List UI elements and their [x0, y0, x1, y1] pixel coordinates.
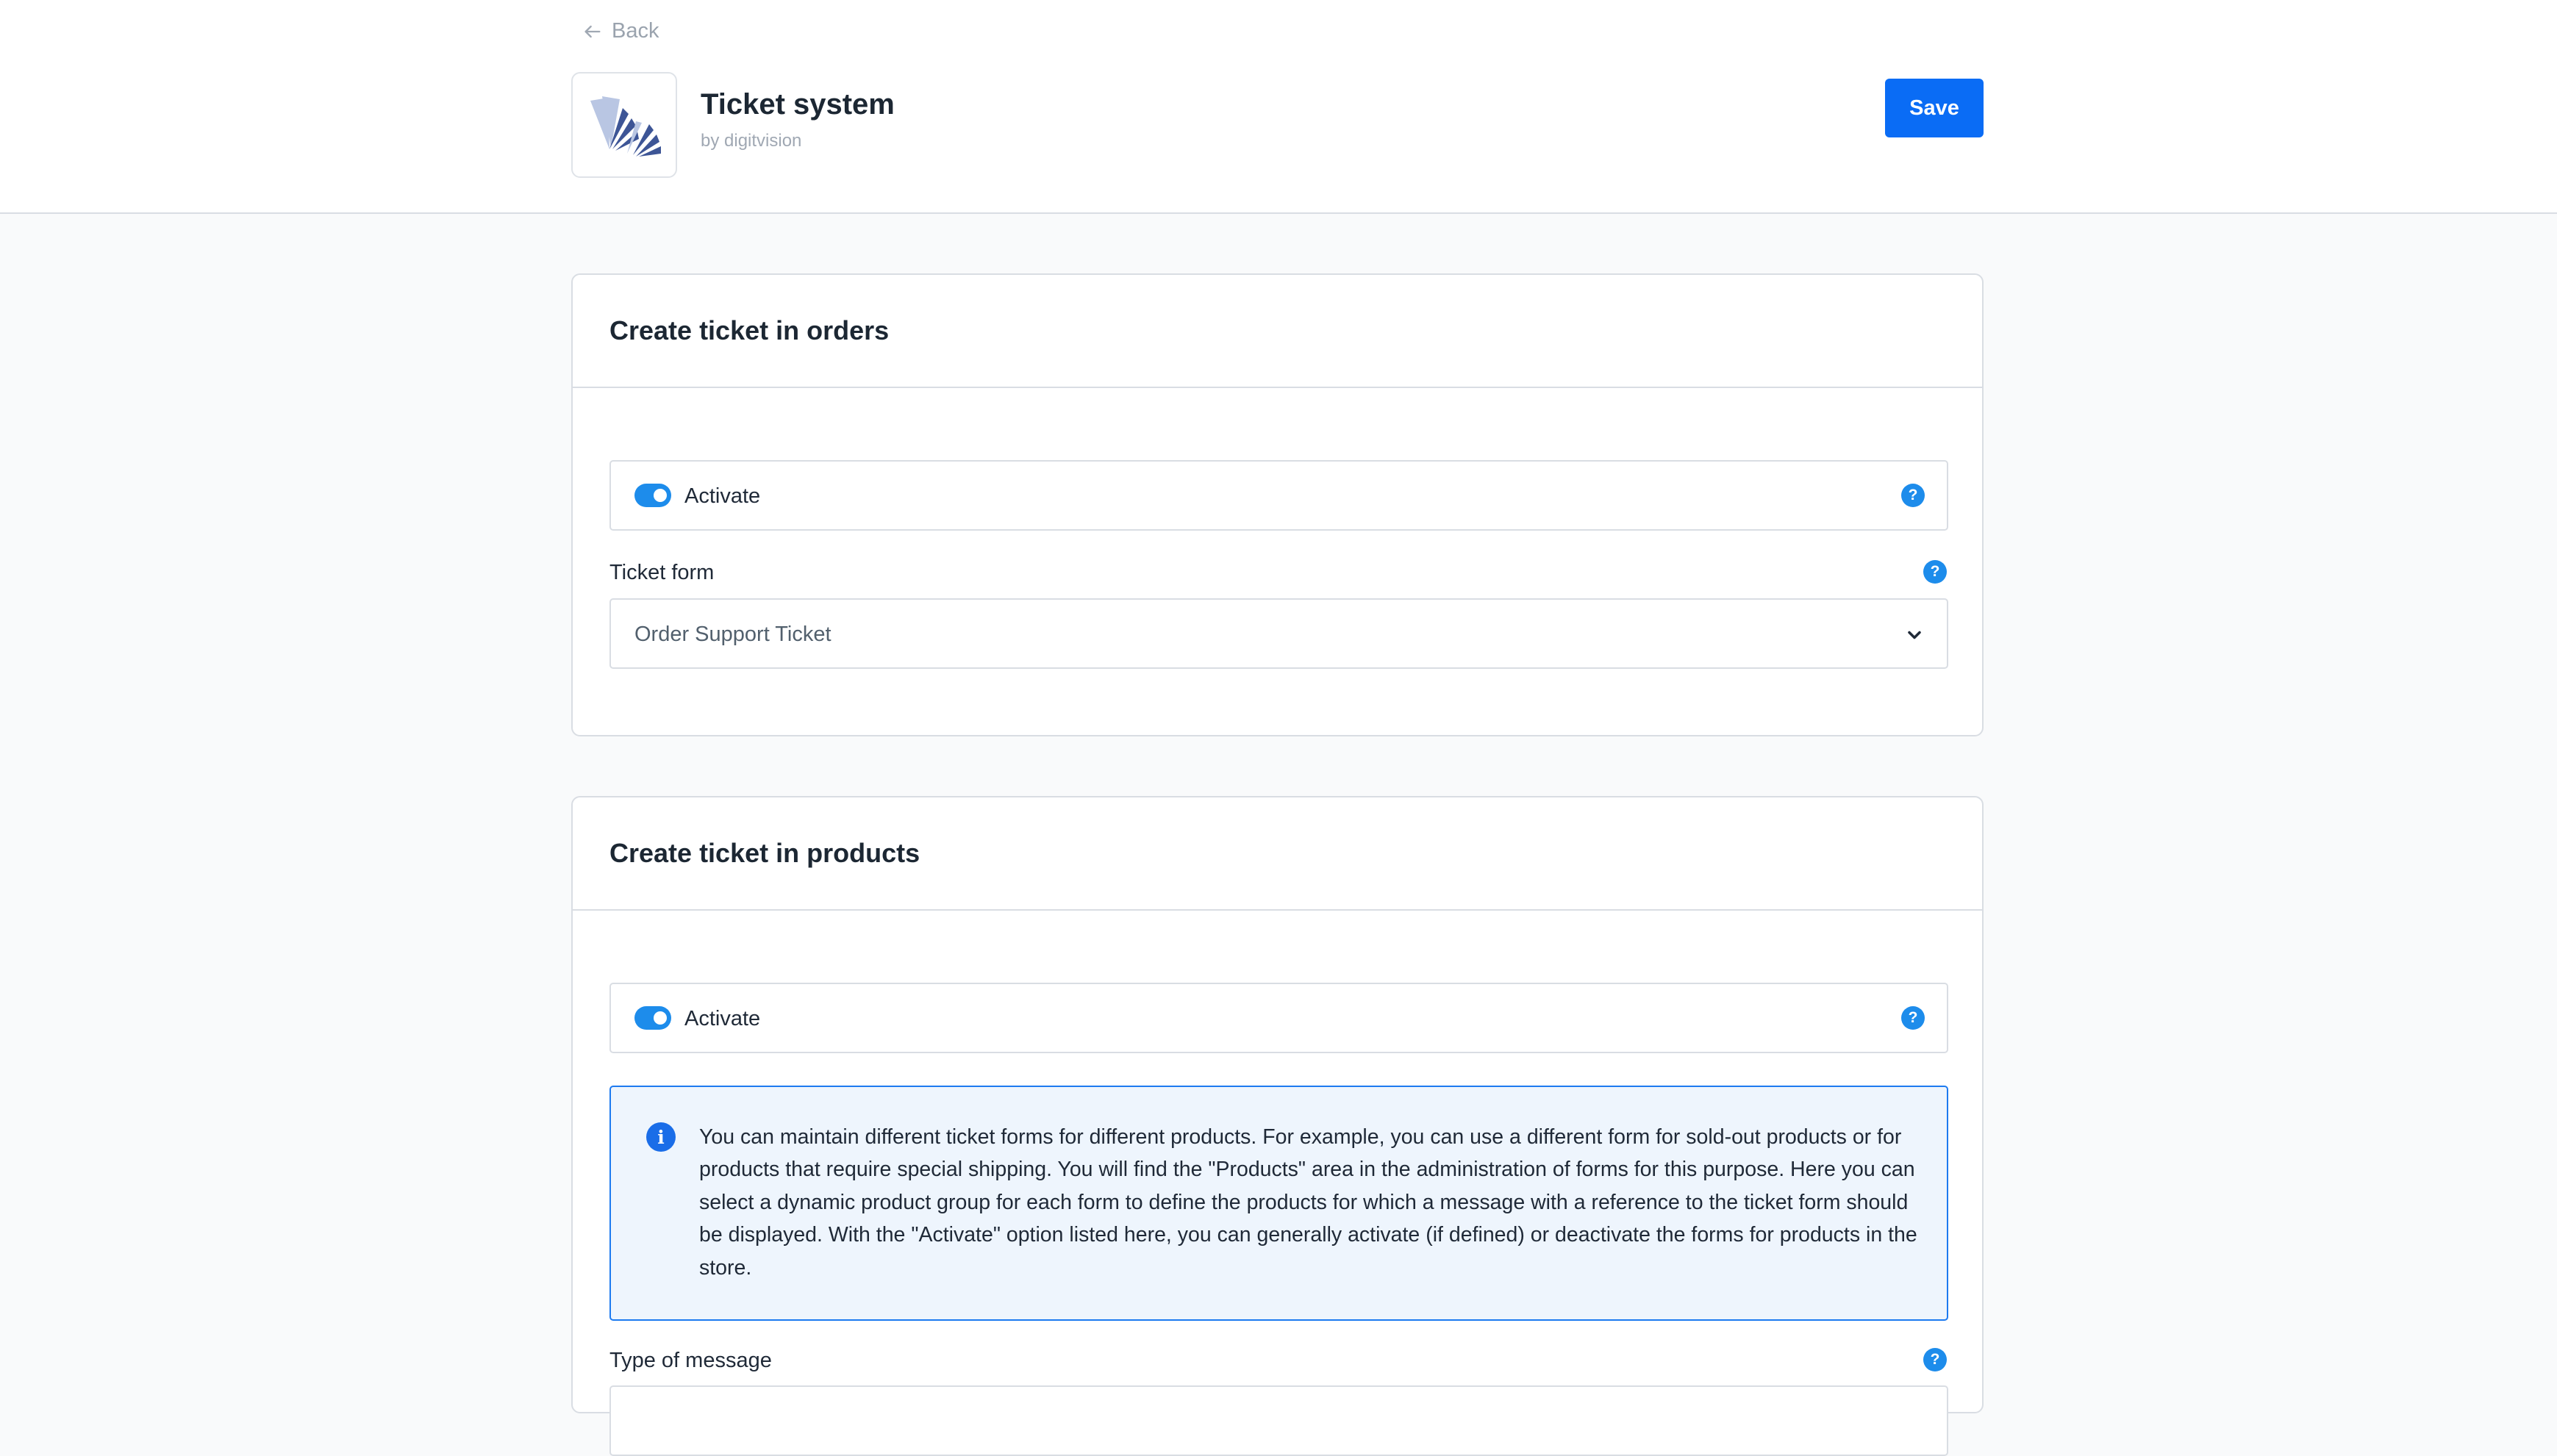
- products-card-title: Create ticket in products: [609, 838, 920, 868]
- question-circle-icon[interactable]: ?: [1923, 1348, 1947, 1371]
- orders-activate-toggle[interactable]: [634, 484, 671, 507]
- orders-card: Create ticket in orders Activate ? Ticke…: [571, 273, 1984, 736]
- message-type-label: Type of message: [609, 1349, 772, 1372]
- orders-card-header: Create ticket in orders: [573, 275, 1982, 388]
- ticket-form-value: Order Support Ticket: [634, 623, 832, 646]
- question-circle-icon[interactable]: ?: [1901, 484, 1925, 507]
- ticket-form-select[interactable]: Order Support Ticket: [609, 598, 1948, 669]
- app-header: Back Ticket system by digitvision Save: [0, 0, 2557, 214]
- app-logo: [571, 72, 677, 178]
- products-card: Create ticket in products Activate ? i Y…: [571, 796, 1984, 1456]
- products-card-header: Create ticket in products: [573, 797, 1982, 911]
- save-button[interactable]: Save: [1885, 79, 1984, 137]
- products-activate-row: Activate ?: [609, 983, 1948, 1053]
- fan-logo: [590, 96, 661, 157]
- orders-card-title: Create ticket in orders: [609, 315, 890, 345]
- message-type-select[interactable]: [609, 1385, 1948, 1456]
- app-vendor: by digitvision: [701, 131, 802, 151]
- products-info-text: You can maintain different ticket forms …: [699, 1125, 1917, 1280]
- products-activate-label: Activate: [684, 1007, 761, 1030]
- products-activate-toggle[interactable]: [634, 1006, 671, 1030]
- orders-activate-label: Activate: [684, 484, 761, 508]
- chevron-down-icon: [1908, 631, 1921, 639]
- info-circle-icon: i: [646, 1122, 676, 1152]
- products-info-box: i You can maintain different ticket form…: [609, 1086, 1948, 1321]
- app-title: Ticket system: [701, 88, 895, 121]
- back-label[interactable]: Back: [612, 19, 659, 43]
- back-link[interactable]: Back: [582, 19, 659, 43]
- question-circle-icon[interactable]: ?: [1923, 560, 1947, 584]
- question-circle-icon[interactable]: ?: [1901, 1006, 1925, 1030]
- arrow-left-icon: [584, 25, 601, 37]
- ticket-form-label: Ticket form: [609, 561, 715, 584]
- orders-activate-row: Activate ?: [609, 460, 1948, 531]
